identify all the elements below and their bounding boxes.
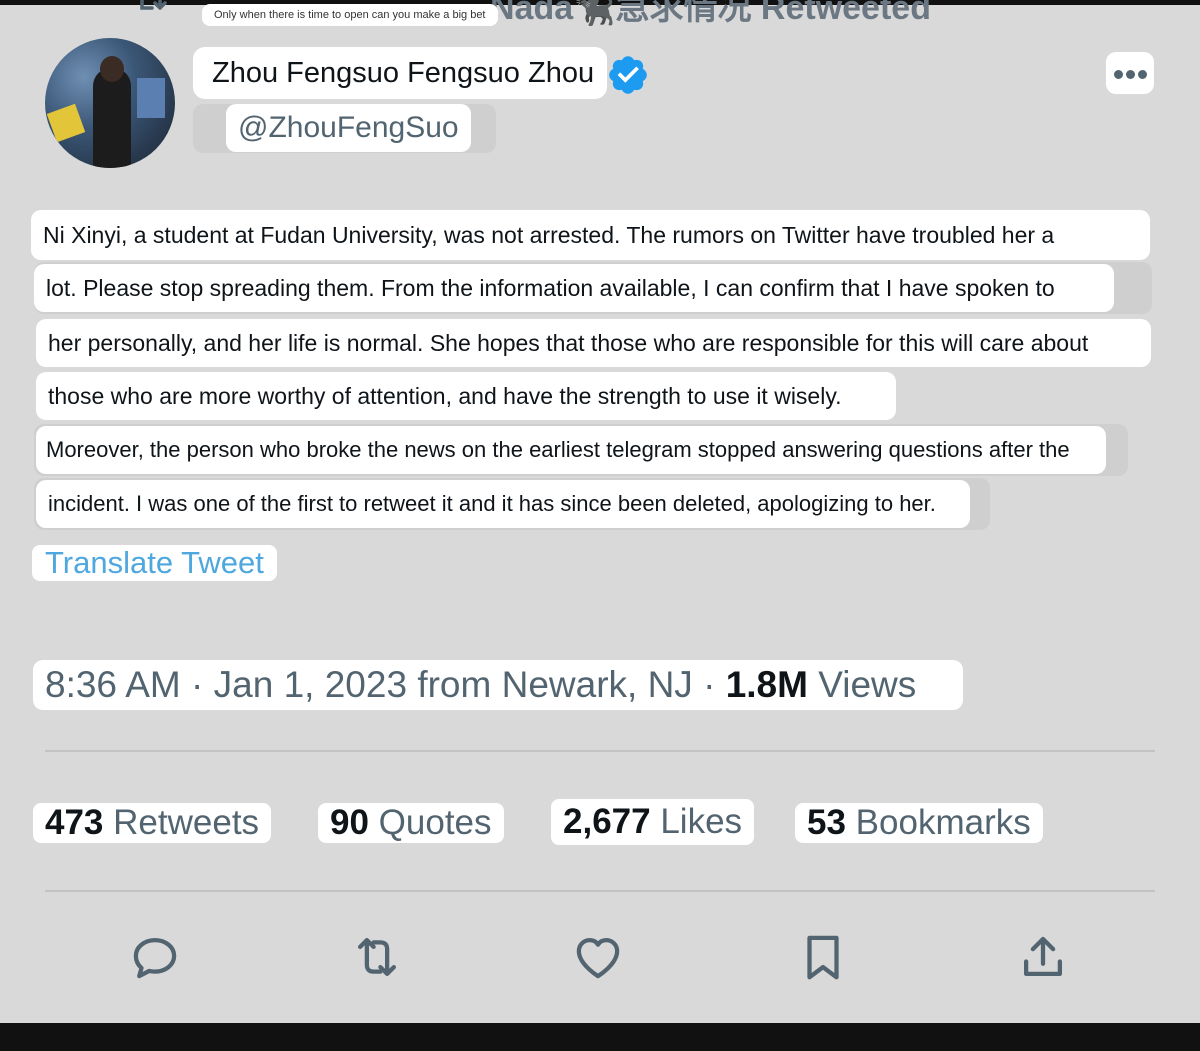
bookmarks-count: 53 bbox=[807, 803, 846, 842]
tweet-location: from Newark, NJ bbox=[417, 664, 693, 705]
retweets-label: Retweets bbox=[113, 803, 260, 842]
likes-label: Likes bbox=[660, 802, 743, 841]
retweet-button[interactable] bbox=[350, 930, 404, 984]
retweets-stat[interactable]: 473 Retweets bbox=[33, 803, 272, 843]
tweet-text-line: Ni Xinyi, a student at Fudan University,… bbox=[31, 210, 1150, 260]
bookmarks-label: Bookmarks bbox=[855, 803, 1031, 842]
more-options-icon bbox=[1114, 70, 1123, 79]
retweeted-by-label[interactable]: Nada🐈‍⬛急求情况 Retweeted bbox=[490, 0, 931, 28]
bookmark-icon bbox=[807, 935, 839, 980]
like-icon bbox=[576, 937, 620, 979]
share-icon bbox=[1023, 936, 1063, 977]
tweet-text-line: Moreover, the person who broke the news … bbox=[36, 426, 1106, 474]
divider bbox=[45, 890, 1155, 892]
tweet-text-line: her personally, and her life is normal. … bbox=[36, 319, 1151, 367]
retweets-count: 473 bbox=[45, 803, 104, 842]
tweet-time[interactable]: 8:36 AM bbox=[45, 664, 181, 705]
retweet-icon bbox=[357, 937, 397, 977]
more-options-button[interactable] bbox=[1106, 52, 1154, 94]
bookmarks-stat[interactable]: 53 Bookmarks bbox=[795, 803, 1043, 843]
tweet-date[interactable]: Jan 1, 2023 bbox=[214, 664, 407, 705]
views-label: Views bbox=[818, 664, 917, 705]
like-button[interactable] bbox=[571, 930, 625, 984]
caption-overlay: Only when there is time to open can you … bbox=[202, 4, 498, 26]
quotes-stat[interactable]: 90 Quotes bbox=[318, 803, 504, 843]
divider bbox=[45, 750, 1155, 752]
tweet-text-line: incident. I was one of the first to retw… bbox=[36, 480, 970, 528]
avatar[interactable] bbox=[45, 38, 175, 168]
quotes-label: Quotes bbox=[378, 803, 492, 842]
verified-badge-icon bbox=[609, 56, 647, 94]
bookmark-button[interactable] bbox=[796, 930, 850, 984]
display-name[interactable]: Zhou Fengsuo Fengsuo Zhou bbox=[212, 53, 594, 93]
bottom-edge bbox=[0, 1023, 1200, 1051]
tweet-text-line: lot. Please stop spreading them. From th… bbox=[34, 264, 1114, 312]
likes-stat[interactable]: 2,677 Likes bbox=[551, 799, 755, 845]
reply-button[interactable] bbox=[128, 930, 182, 984]
share-button[interactable] bbox=[1016, 930, 1070, 984]
likes-count: 2,677 bbox=[563, 802, 651, 841]
retweet-icon bbox=[140, 0, 167, 10]
tweet-text-line: those who are more worthy of attention, … bbox=[36, 372, 896, 420]
reply-icon bbox=[133, 937, 177, 979]
quotes-count: 90 bbox=[330, 803, 369, 842]
user-handle[interactable]: @ZhouFengSuo bbox=[226, 104, 471, 152]
tweet-meta: 8:36 AM · Jan 1, 2023 from Newark, NJ · … bbox=[33, 660, 963, 710]
views-count: 1.8M bbox=[725, 664, 808, 705]
translate-tweet-link[interactable]: Translate Tweet bbox=[32, 545, 277, 581]
